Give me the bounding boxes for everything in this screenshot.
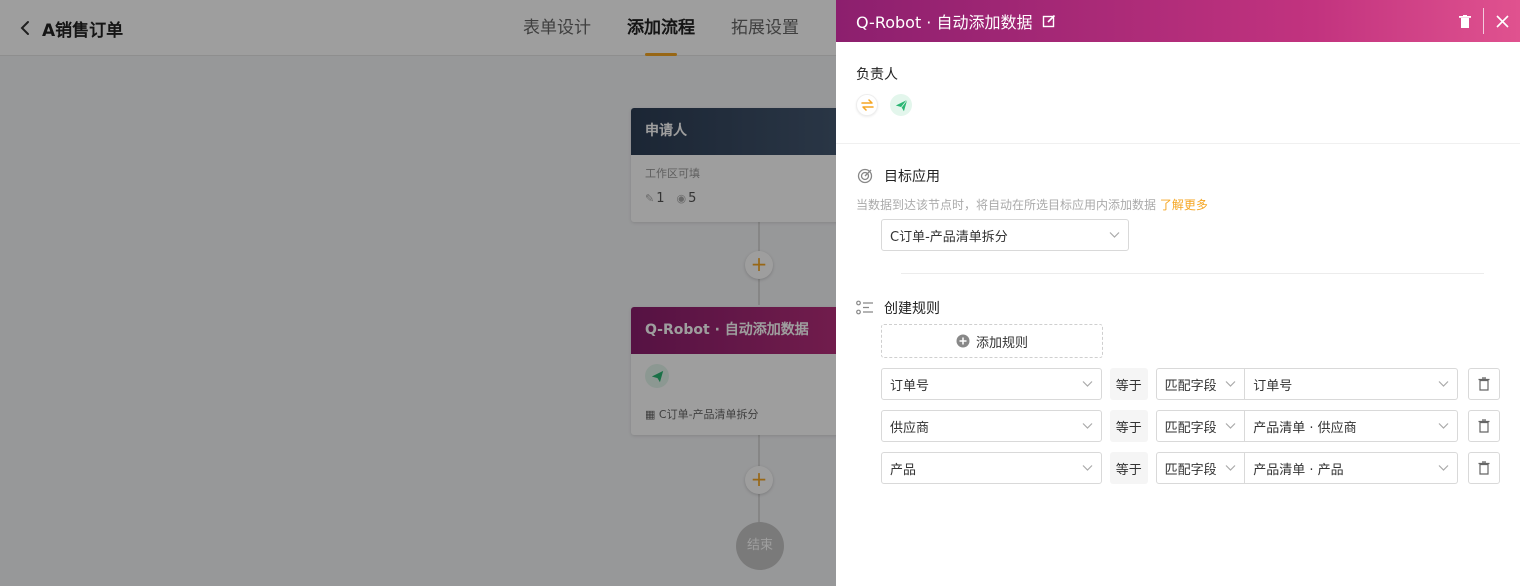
rule-match-type-select[interactable]: 匹配字段 (1155, 452, 1246, 484)
rule-operator: 等于 (1109, 452, 1148, 484)
panel-title: Q-Robot · 自动添加数据 (856, 13, 1033, 32)
rule-field-select[interactable]: 订单号 (881, 368, 1102, 400)
rule-match-type-select[interactable]: 匹配字段 (1155, 368, 1246, 400)
rule-match-value-select[interactable]: 订单号 (1245, 368, 1459, 400)
trash-icon (1478, 461, 1490, 475)
target-hint: 当数据到达该节点时，将自动在所选目标应用内添加数据 了解更多 (856, 198, 1208, 212)
rule-operator: 等于 (1109, 368, 1148, 400)
edit-icon[interactable] (1042, 14, 1056, 28)
delete-node-button[interactable] (1447, 0, 1483, 42)
rule-match-value-select[interactable]: 产品清单 · 产品 (1245, 452, 1459, 484)
rule-match-value-select[interactable]: 产品清单 · 供应商 (1245, 410, 1459, 442)
trash-icon (1478, 377, 1490, 391)
close-button[interactable] (1484, 0, 1520, 42)
add-rule-button[interactable]: 添加规则 (881, 324, 1103, 358)
list-icon (856, 299, 874, 317)
rule-row: 产品 等于 匹配字段 产品清单 · 产品 (881, 452, 1500, 484)
panel-header: Q-Robot · 自动添加数据 (836, 0, 1520, 42)
owner-label: 负责人 (856, 67, 898, 83)
rule-field-select[interactable]: 产品 (881, 452, 1102, 484)
chevron-down-icon (1438, 465, 1449, 471)
target-app-select[interactable]: C订单-产品清单拆分 (881, 219, 1129, 251)
robot-config-panel: Q-Robot · 自动添加数据 负责人 目标应用 当数据到达该节点时，将自动在… (836, 0, 1520, 586)
rule-operator: 等于 (1109, 410, 1148, 442)
target-section-title: 目标应用 (884, 169, 940, 185)
chevron-down-icon (1225, 465, 1236, 471)
rule-row: 订单号 等于 匹配字段 订单号 (881, 368, 1500, 400)
close-icon (1495, 14, 1509, 28)
owner-section: 负责人 (836, 42, 1520, 144)
plus-circle-icon (956, 334, 970, 348)
paper-plane-icon[interactable] (890, 94, 912, 116)
trash-icon (1459, 14, 1471, 28)
chevron-down-icon (1082, 465, 1093, 471)
target-app-section: 目标应用 当数据到达该节点时，将自动在所选目标应用内添加数据 了解更多 C订单-… (836, 144, 1520, 274)
delete-rule-button[interactable] (1468, 368, 1500, 400)
chevron-down-icon (1082, 381, 1093, 387)
chevron-down-icon (1082, 423, 1093, 429)
rule-match-type-select[interactable]: 匹配字段 (1155, 410, 1246, 442)
rule-field-select[interactable]: 供应商 (881, 410, 1102, 442)
delete-rule-button[interactable] (1468, 452, 1500, 484)
target-icon (856, 167, 874, 185)
chevron-down-icon (1438, 381, 1449, 387)
learn-more-link[interactable]: 了解更多 (1160, 198, 1208, 212)
rules-section: 创建规则 添加规则 订单号 等于 匹配字段 订单号 供应商 等于 匹配字段 产品… (836, 274, 1520, 484)
chevron-down-icon (1438, 423, 1449, 429)
trash-icon (1478, 419, 1490, 433)
rules-section-title: 创建规则 (884, 301, 940, 317)
rule-row: 供应商 等于 匹配字段 产品清单 · 供应商 (881, 410, 1500, 442)
delete-rule-button[interactable] (1468, 410, 1500, 442)
swap-icon[interactable] (856, 94, 878, 116)
chevron-down-icon (1225, 423, 1236, 429)
chevron-down-icon (1109, 232, 1120, 238)
chevron-down-icon (1225, 381, 1236, 387)
